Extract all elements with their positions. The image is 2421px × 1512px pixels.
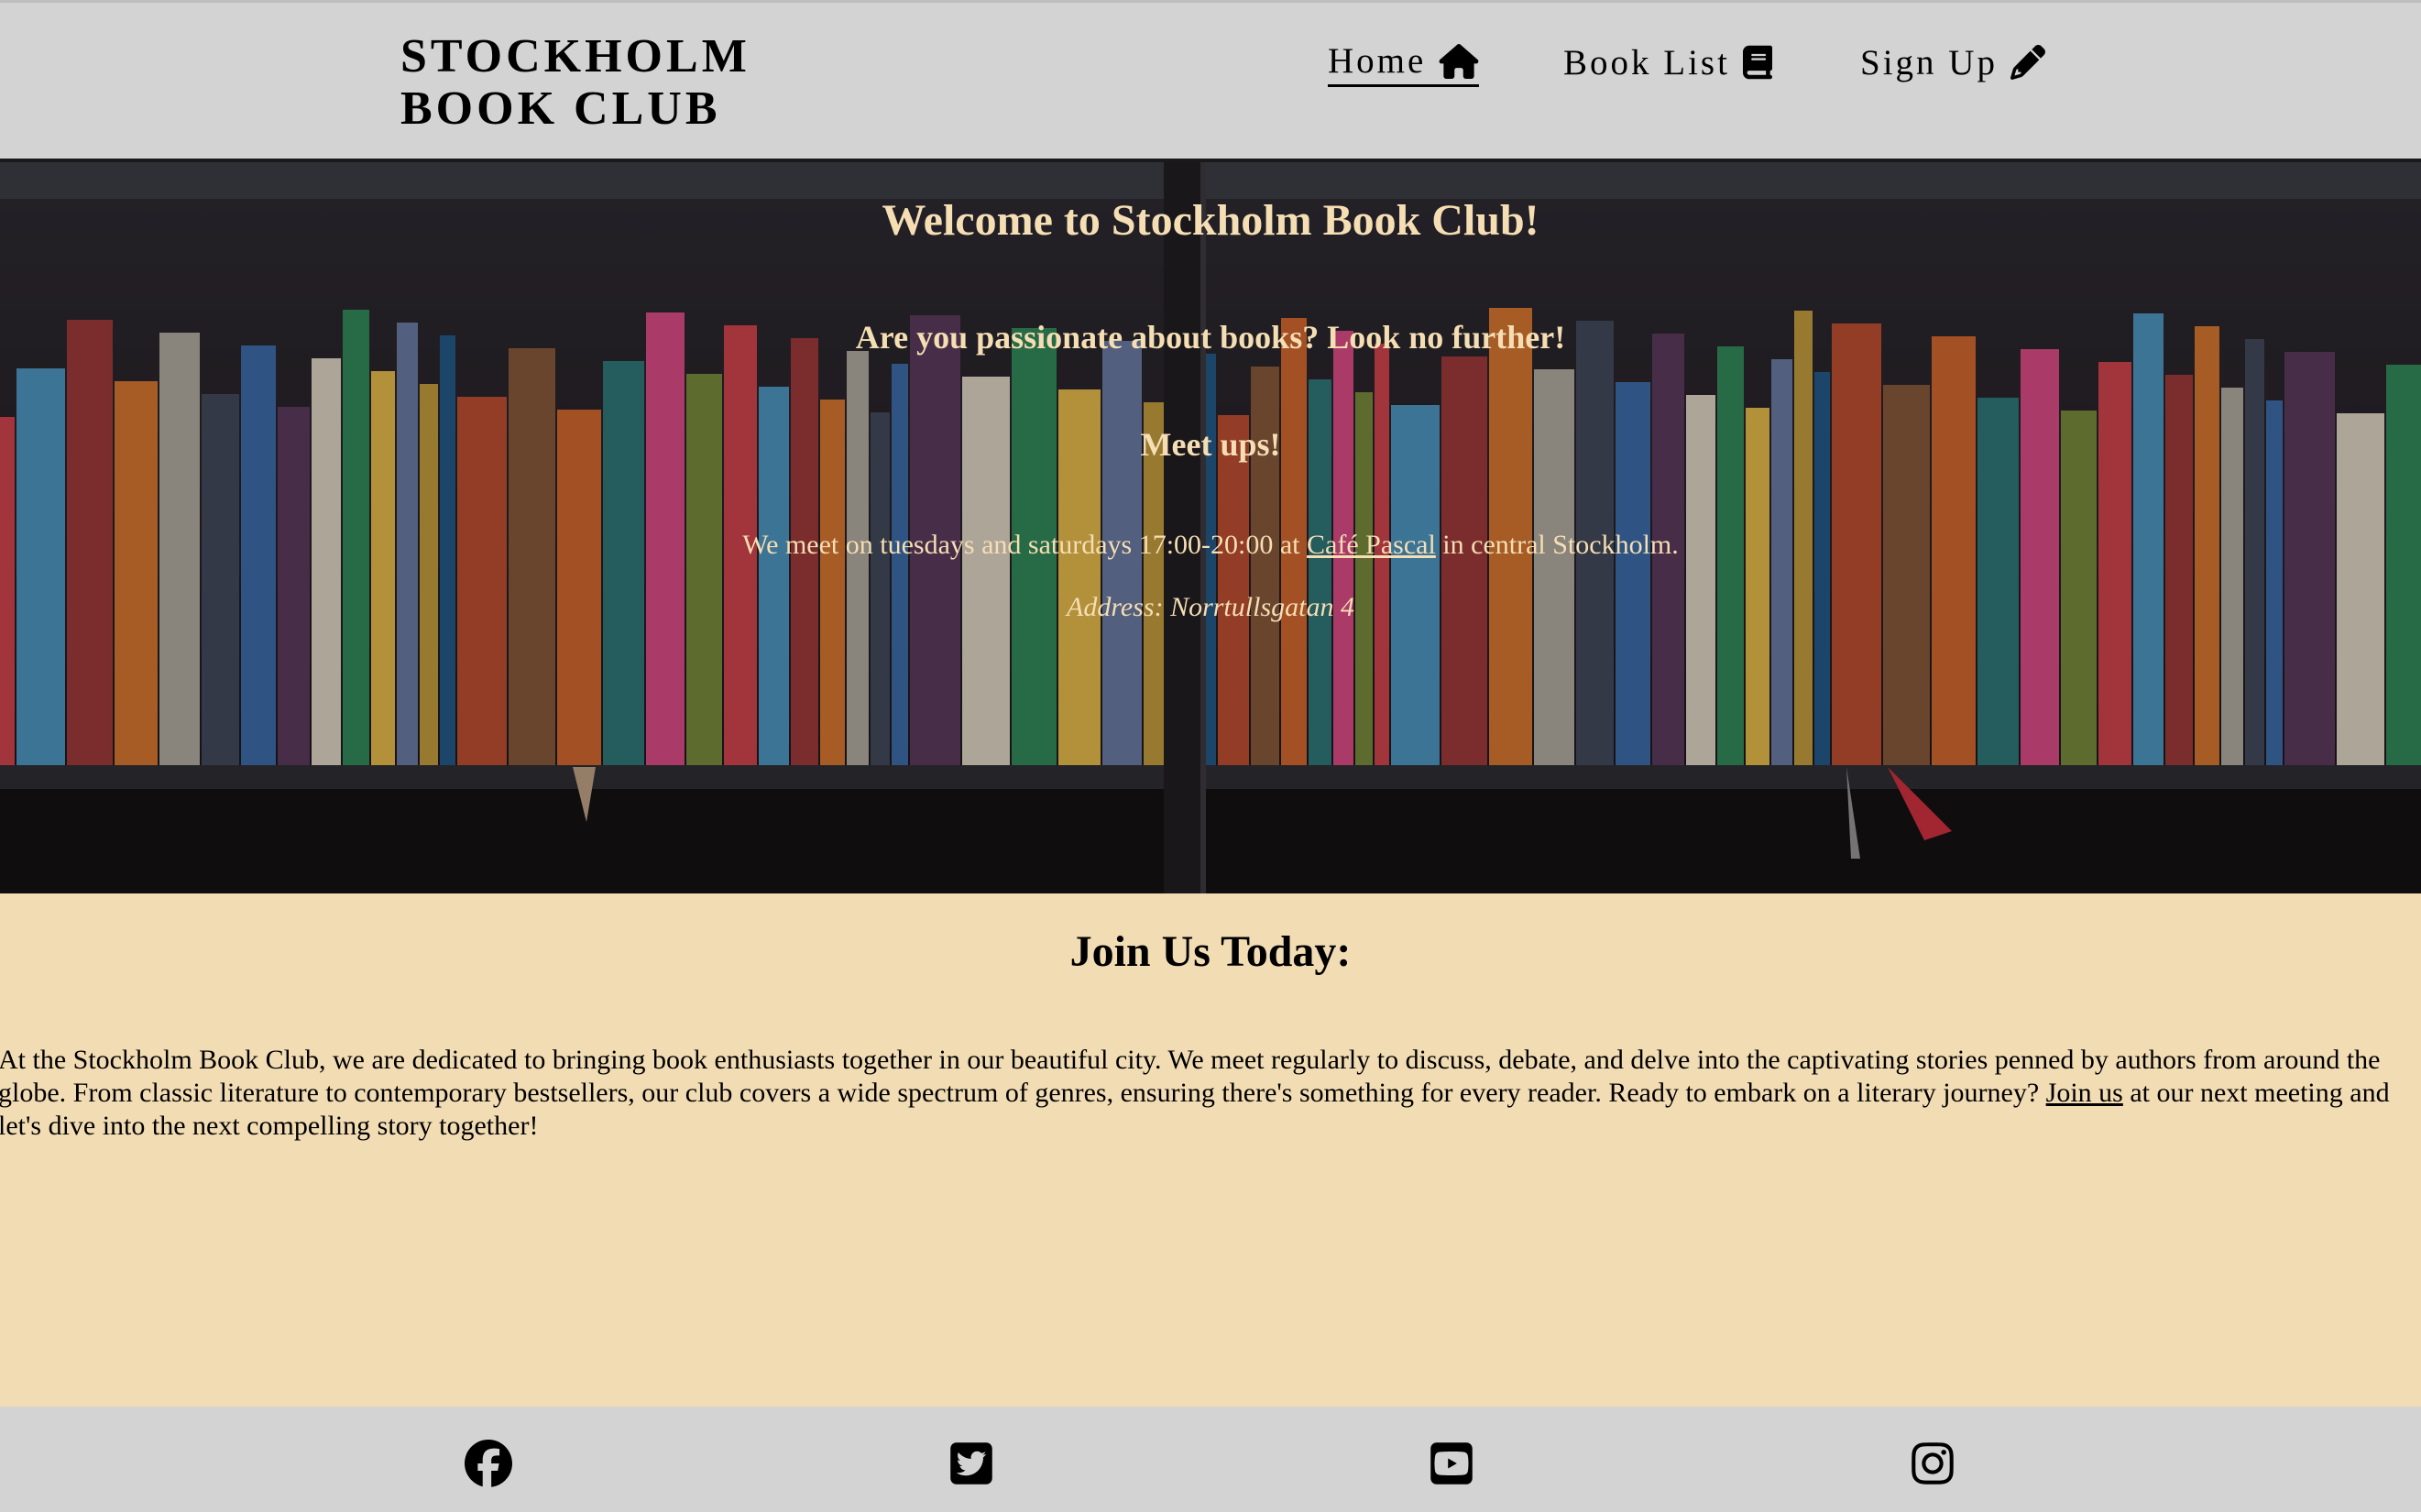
cafe-pascal-link[interactable]: Café Pascal	[1307, 530, 1436, 560]
meeting-times-suffix: in central Stockholm.	[1435, 530, 1679, 560]
youtube-icon	[1430, 1442, 1473, 1485]
nav-sign-up-link[interactable]: Sign Up	[1860, 38, 2045, 87]
main-nav: Home Book List Sign Up	[0, 38, 2421, 93]
meeting-times-prefix: We meet on tuesdays and saturdays 17:00-…	[742, 530, 1308, 560]
meetups-heading: Meet ups!	[1140, 426, 1281, 463]
hero-section: Welcome to Stockholm Book Club! Are you …	[0, 162, 2421, 893]
home-icon	[1439, 43, 1479, 79]
twitter-link[interactable]	[948, 1440, 995, 1487]
instagram-link[interactable]	[1909, 1440, 1956, 1487]
meeting-address: Address: Norrtullsgatan 4	[1067, 592, 1354, 622]
join-paragraph: At the Stockholm Book Club, we are dedic…	[0, 1044, 2417, 1143]
youtube-link[interactable]	[1428, 1440, 1475, 1487]
site-header: STOCKHOLM BOOK CLUB Home Book List Sign …	[0, 0, 2421, 162]
book-icon	[1742, 45, 1772, 80]
nav-home-label: Home	[1328, 41, 1427, 81]
join-us-link[interactable]: Join us	[2046, 1078, 2123, 1108]
facebook-link[interactable]	[465, 1440, 512, 1487]
facebook-icon	[465, 1440, 512, 1487]
twitter-icon	[950, 1442, 992, 1485]
nav-sign-up-label: Sign Up	[1860, 42, 1998, 82]
hero-overlay	[0, 162, 2421, 893]
nav-home-link[interactable]: Home	[1328, 38, 1480, 87]
nav-book-list-link[interactable]: Book List	[1563, 38, 1772, 87]
pencil-icon	[2010, 45, 2045, 80]
join-title: Join Us Today:	[1069, 927, 1352, 976]
join-section: Join Us Today: At the Stockholm Book Clu…	[0, 893, 2421, 1407]
meeting-times: We meet on tuesdays and saturdays 17:00-…	[0, 530, 2421, 561]
join-text-before: At the Stockholm Book Club, we are dedic…	[0, 1045, 2381, 1108]
nav-book-list-label: Book List	[1563, 42, 1730, 82]
site-footer	[0, 1407, 2421, 1512]
hero-subtitle: Are you passionate about books? Look no …	[855, 319, 1566, 356]
instagram-icon	[1912, 1442, 1954, 1485]
hero-title: Welcome to Stockholm Book Club!	[882, 196, 1539, 245]
